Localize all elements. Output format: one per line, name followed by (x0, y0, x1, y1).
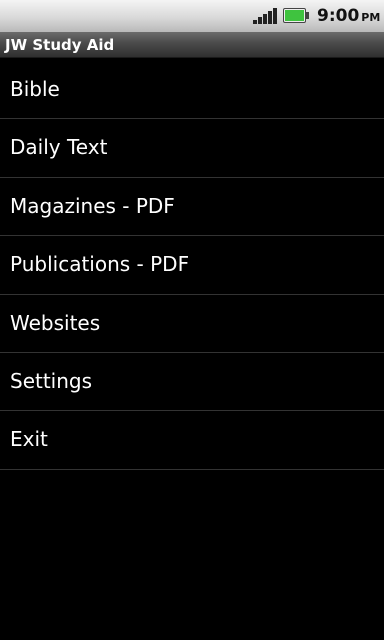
status-clock: 9:00 PM (317, 4, 380, 28)
signal-icon (253, 8, 277, 24)
menu-item-daily-text[interactable]: Daily Text (0, 119, 384, 178)
menu-item-magazines-pdf[interactable]: Magazines - PDF (0, 178, 384, 237)
menu-item-label: Publications - PDF (10, 252, 190, 277)
status-bar: 9:00 PM (0, 0, 384, 32)
menu-item-settings[interactable]: Settings (0, 353, 384, 412)
menu-item-websites[interactable]: Websites (0, 295, 384, 353)
menu-item-exit[interactable]: Exit (0, 411, 384, 470)
menu-item-publications-pdf[interactable]: Publications - PDF (0, 236, 384, 295)
menu-item-label: Magazines - PDF (10, 193, 175, 218)
clock-time: 9:00 (317, 6, 360, 26)
menu-item-label: Websites (10, 310, 101, 335)
menu-item-label: Daily Text (10, 135, 108, 160)
app-title: JW Study Aid (5, 36, 115, 54)
app-screen: 9:00 PM JW Study Aid Bible Daily Text Mag… (0, 0, 384, 640)
menu-item-label: Bible (10, 77, 60, 101)
clock-ampm: PM (361, 11, 381, 24)
app-title-bar: JW Study Aid (0, 32, 384, 58)
menu-item-label: Exit (10, 427, 48, 452)
menu-item-label: Settings (10, 368, 93, 393)
main-menu: Bible Daily Text Magazines - PDF Publica… (0, 61, 384, 470)
battery-icon (283, 8, 309, 23)
menu-item-bible[interactable]: Bible (0, 61, 384, 120)
